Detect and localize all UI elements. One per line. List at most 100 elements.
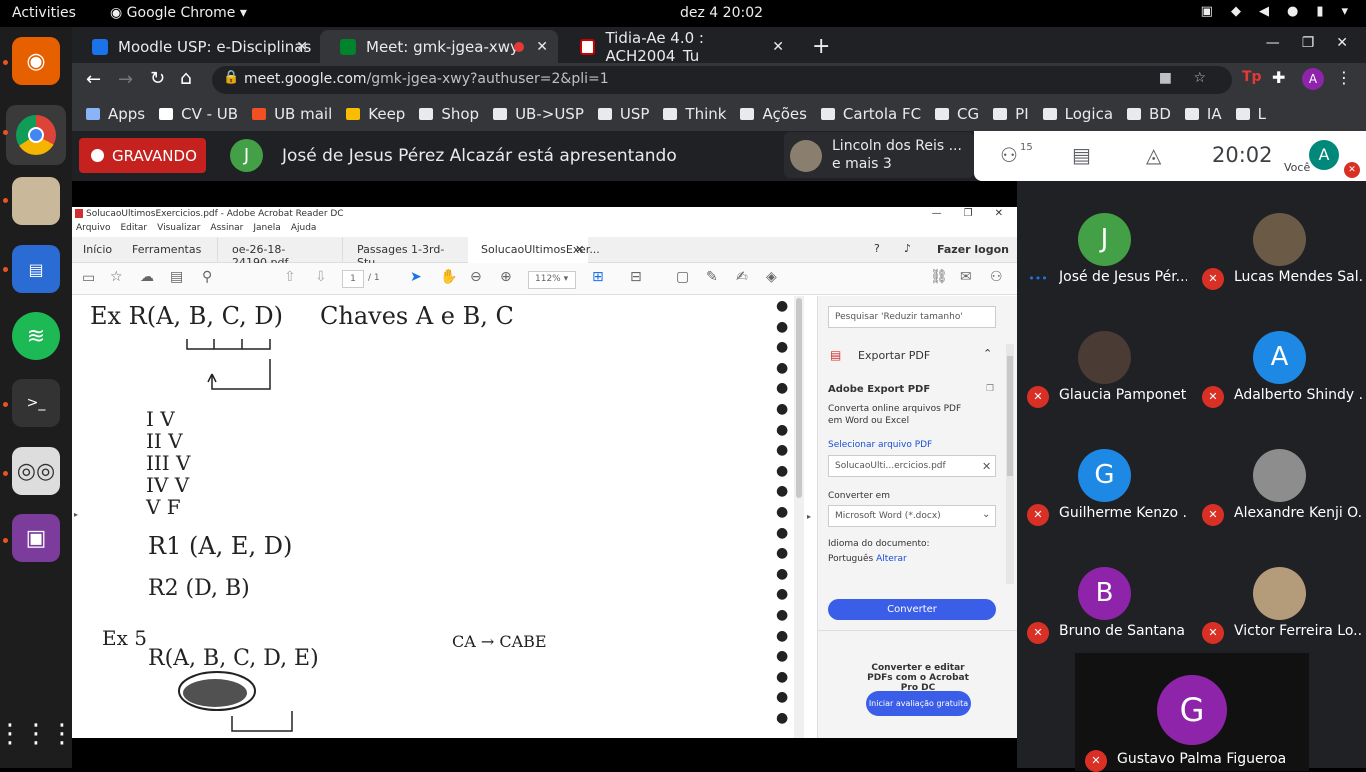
new-tab-button[interactable]: + <box>802 30 832 63</box>
change-language-link[interactable]: Alterar <box>876 554 907 564</box>
page-up-icon[interactable]: ⇧ <box>284 269 296 285</box>
close-icon[interactable]: ✕ <box>995 208 1003 219</box>
bookmark-item[interactable]: IA <box>1184 105 1222 123</box>
tab-home[interactable]: Início <box>83 237 112 263</box>
mail-icon[interactable]: ✉ <box>960 269 972 285</box>
left-panel-arrow-icon[interactable]: ▸ <box>74 510 78 519</box>
bookmark-item[interactable]: CV - UB <box>159 105 238 123</box>
participant-tile[interactable]: Lucas Mendes Sal... ✕ <box>1192 181 1366 299</box>
bookmark-item[interactable]: UB->USP <box>493 105 584 123</box>
bookmark-item[interactable]: Logica <box>1042 105 1113 123</box>
format-select[interactable]: Microsoft Word (*.docx) <box>828 505 996 527</box>
app-grid-icon[interactable]: ⋮⋮⋮ <box>0 710 75 758</box>
fit-page-icon[interactable]: ⊞ <box>592 269 604 285</box>
maximize-icon[interactable]: ❐ <box>1302 35 1315 51</box>
zoom-select[interactable]: 112% ▾ <box>528 271 576 289</box>
menu-item[interactable]: Ajuda <box>291 223 317 235</box>
close-icon[interactable]: ✕ <box>772 39 784 55</box>
participant-tile[interactable]: Victor Ferreira Lo... ✕ <box>1192 535 1366 653</box>
tab-tools[interactable]: Ferramentas <box>132 237 201 263</box>
highlight-icon[interactable]: ✎ <box>706 269 718 285</box>
pane-scroll-thumb[interactable] <box>1007 356 1013 476</box>
scroll-thumb[interactable] <box>796 298 802 498</box>
participant-tile[interactable]: A Adalberto Shindy ... ✕ <box>1192 299 1366 417</box>
bookmark-item[interactable]: Ações <box>740 105 807 123</box>
tools-search-input[interactable]: Pesquisar 'Reduzir tamanho' <box>828 306 996 328</box>
writer-icon[interactable]: ▤ <box>12 245 60 293</box>
spotify-icon[interactable]: ≋ <box>12 312 60 360</box>
pdf-page[interactable]: ▸ Ex R(A, B, C, D) Chaves A e B, C I V I… <box>72 296 792 738</box>
active-speaker[interactable]: Lincoln dos Reis ... e mais 3 <box>784 132 974 178</box>
selected-file[interactable]: SolucaoUlti...ercicios.pdf <box>828 455 996 477</box>
zoom-in-icon[interactable]: ⊕ <box>500 269 512 285</box>
zoom-icon[interactable]: ⚲ <box>202 269 212 285</box>
bookmark-item[interactable]: Cartola FC <box>820 105 921 123</box>
system-tray[interactable]: ▣ ◆ ◀ ● ▮ ▾ <box>1201 4 1348 19</box>
star-icon[interactable]: ☆ <box>1193 70 1206 86</box>
hand-tool-icon[interactable]: ✋ <box>440 269 457 285</box>
clear-icon[interactable]: ✕ <box>982 460 991 473</box>
bookmark-item[interactable]: Think <box>663 105 726 123</box>
draw-icon[interactable]: ✍ <box>736 269 748 285</box>
maximize-icon[interactable]: ❐ <box>964 208 973 219</box>
tab-meet[interactable]: Meet: gmk-jgea-xwy ✕ <box>320 30 558 63</box>
bookmark-item[interactable]: Keep <box>346 105 405 123</box>
menu-item[interactable]: Janela <box>253 223 280 235</box>
bookmark-item[interactable]: CG <box>935 105 979 123</box>
page-number-input[interactable]: 1 <box>342 270 364 288</box>
doc-tab-active[interactable]: SolucaoUltimosExer... <box>468 237 600 263</box>
scroll-mode-icon[interactable]: ⊟ <box>630 269 642 285</box>
pane-toggle-icon[interactable]: ▸ <box>807 512 811 521</box>
profile-avatar[interactable]: A <box>1302 68 1324 90</box>
reload-icon[interactable]: ↻ <box>150 68 165 89</box>
activities-icon[interactable]: ◬ <box>1146 143 1161 167</box>
minimize-icon[interactable]: — <box>932 208 942 219</box>
star-icon[interactable]: ☆ <box>110 269 123 285</box>
menu-item[interactable]: Assinar <box>210 223 243 235</box>
close-icon[interactable]: ✕ <box>536 39 548 55</box>
menu-item[interactable]: Arquivo <box>76 223 110 235</box>
select-pdf-link[interactable]: Selecionar arquivo PDF <box>828 440 932 450</box>
comment-icon[interactable]: ▢ <box>676 269 689 285</box>
puzzle-icon[interactable]: ✚ <box>1272 68 1285 87</box>
pane-scrollbar[interactable] <box>1006 344 1014 584</box>
firefox-icon[interactable]: ◉ <box>12 37 60 85</box>
menu-item[interactable]: Visualizar <box>157 223 200 235</box>
chat-icon[interactable]: ▤ <box>1072 143 1091 167</box>
tab-tidia[interactable]: Tidia-Ae 4.0 : ACH2004_Tu ✕ <box>560 29 794 65</box>
minimize-icon[interactable]: — <box>1266 35 1280 51</box>
video-icon[interactable]: ▣ <box>12 514 60 562</box>
export-header[interactable]: Exportar PDF <box>858 349 930 362</box>
save-icon[interactable]: ▭ <box>82 270 95 286</box>
page-down-icon[interactable]: ⇩ <box>315 269 327 285</box>
address-bar[interactable]: 🔒 meet.google.com/gmk-jgea-xwy?authuser=… <box>212 66 1232 94</box>
add-user-icon[interactable]: ⚇ <box>990 269 1003 285</box>
participant-tile[interactable]: Alexandre Kenji O... ✕ <box>1192 417 1366 535</box>
activities-button[interactable]: Activities <box>12 5 76 21</box>
forward-icon[interactable]: → <box>118 69 133 90</box>
menu-icon[interactable]: ⋮ <box>1336 68 1352 87</box>
print-icon[interactable]: ▤ <box>170 269 183 285</box>
doc-tab[interactable]: oe-26-18-24190.pdf <box>217 237 337 269</box>
self-avatar[interactable]: A <box>1309 140 1339 170</box>
bookmark-item[interactable]: L <box>1235 105 1266 123</box>
upload-icon[interactable]: ☁ <box>140 269 154 285</box>
bell-icon[interactable]: ♪ <box>904 242 911 255</box>
chrome-icon[interactable] <box>6 105 66 165</box>
convert-button[interactable]: Converter <box>828 599 996 620</box>
people-icon[interactable]: ⚇ <box>1000 143 1018 167</box>
bookmark-item[interactable]: USP <box>597 105 649 123</box>
back-icon[interactable]: ← <box>86 69 101 90</box>
terminal-icon[interactable]: >_ <box>12 379 60 427</box>
participant-tile[interactable]: G Guilherme Kenzo ... ✕ <box>1017 417 1191 535</box>
recording-badge[interactable]: GRAVANDO <box>79 138 206 173</box>
participant-tile[interactable]: Glaucia Pamponet... ✕ <box>1017 299 1191 417</box>
tag-icon[interactable]: ◈ <box>766 269 777 285</box>
files-icon[interactable] <box>12 177 60 225</box>
reader-icon[interactable]: ◎◎ <box>12 447 60 495</box>
bookmark-item[interactable]: BD <box>1127 105 1171 123</box>
bookmark-item[interactable]: Shop <box>419 105 479 123</box>
home-icon[interactable]: ⌂ <box>180 67 192 89</box>
menu-item[interactable]: Editar <box>120 223 147 235</box>
participant-tile[interactable]: B Bruno de Santana ... ✕ <box>1017 535 1191 653</box>
